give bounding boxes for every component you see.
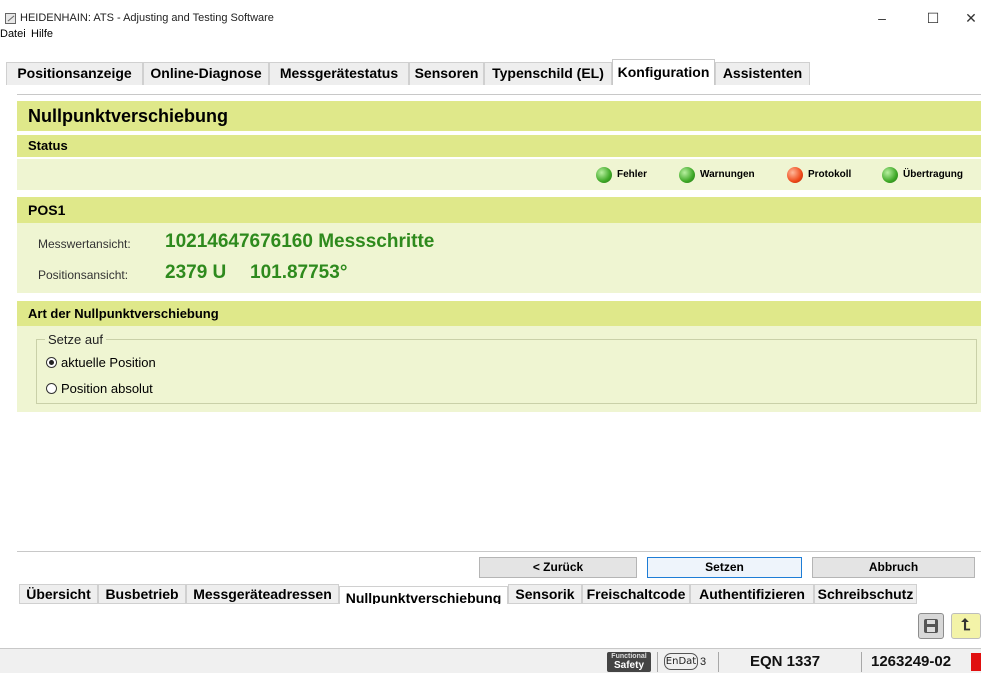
tab-assistenten[interactable]: Assistenten xyxy=(715,62,810,85)
floppy-disk-icon xyxy=(924,619,938,633)
status-bar: Functional Safety EnDat 3 EQN 1337 12632… xyxy=(0,648,981,673)
measure-value: 10214647676160 Messschritte xyxy=(165,231,435,252)
window-title: HEIDENHAIN: ATS - Adjusting and Testing … xyxy=(20,12,274,24)
menu-datei[interactable]: Datei xyxy=(0,28,26,40)
device-id: 1263249-02 xyxy=(871,653,952,670)
groupbox-title: Setze auf xyxy=(45,332,106,347)
tab-authentifizieren[interactable]: Authentifizieren xyxy=(690,584,814,604)
tab-messgeraetestatus[interactable]: Messgerätestatus xyxy=(269,62,409,85)
tab-messgeraeteadressen[interactable]: Messgeräteadressen xyxy=(186,584,339,604)
position-turns: 2379 U xyxy=(165,262,227,283)
led-green-icon xyxy=(596,167,612,183)
position-label: Positionsansicht: xyxy=(38,268,129,282)
cancel-button[interactable]: Abbruch xyxy=(812,557,975,578)
tab-positionsanzeige[interactable]: Positionsanzeige xyxy=(6,62,143,85)
functional-safety-badge: Functional Safety xyxy=(607,652,651,672)
panel-divider xyxy=(17,551,981,552)
endat-badge: EnDat xyxy=(664,653,698,670)
status-separator xyxy=(718,652,719,672)
status-separator xyxy=(861,652,862,672)
led-green-icon xyxy=(882,167,898,183)
close-button[interactable]: ✕ xyxy=(951,8,981,28)
exit-button[interactable]: ⮤ xyxy=(951,613,981,639)
tab-uebersicht[interactable]: Übersicht xyxy=(19,584,98,604)
toolbar-area xyxy=(0,604,981,644)
tab-online-diagnose[interactable]: Online-Diagnose xyxy=(143,62,269,85)
tab-konfiguration[interactable]: Konfiguration xyxy=(612,59,715,85)
set-to-groupbox: Setze auf aktuelle Position Position abs… xyxy=(36,332,977,404)
status-separator xyxy=(657,652,658,672)
minimize-button[interactable]: – xyxy=(862,8,902,28)
status-section-header: Status xyxy=(17,135,981,157)
menu-hilfe[interactable]: Hilfe xyxy=(31,28,53,40)
radio-unselected-icon[interactable] xyxy=(46,383,57,394)
page-title: Nullpunktverschiebung xyxy=(17,101,981,131)
pos1-values: Messwertansicht: 10214647676160 Messschr… xyxy=(17,223,981,293)
maximize-button[interactable]: ☐ xyxy=(913,8,953,28)
led-red-icon xyxy=(787,167,803,183)
pos1-section-header: POS1 xyxy=(17,197,981,223)
exit-arrow-icon: ⮤ xyxy=(961,617,971,634)
tab-freischaltcode[interactable]: Freischaltcode xyxy=(582,584,690,604)
offset-type-section-header: Art der Nullpunktverschiebung xyxy=(17,301,981,326)
set-button[interactable]: Setzen xyxy=(647,557,802,578)
status-indicator-row: Fehler Warnungen Protokoll Übertragung xyxy=(17,159,981,190)
tab-sensoren[interactable]: Sensoren xyxy=(409,62,484,85)
back-button[interactable]: < Zurück xyxy=(479,557,637,578)
tab-sensorik[interactable]: Sensorik xyxy=(508,584,582,604)
main-tab-bar: Positionsanzeige Online-Diagnose Messger… xyxy=(6,59,976,85)
app-icon xyxy=(5,13,16,24)
title-bar: HEIDENHAIN: ATS - Adjusting and Testing … xyxy=(0,0,981,28)
device-name: EQN 1337 xyxy=(750,653,821,670)
config-tab-bar: Übersicht Busbetrieb Messgeräteadressen … xyxy=(19,584,949,609)
tab-schreibschutz[interactable]: Schreibschutz xyxy=(814,584,917,604)
tab-typenschild[interactable]: Typenschild (EL) xyxy=(484,62,612,85)
tab-busbetrieb[interactable]: Busbetrieb xyxy=(98,584,186,604)
measure-label: Messwertansicht: xyxy=(38,237,131,251)
endat-version: 3 xyxy=(700,656,707,668)
save-button[interactable] xyxy=(918,613,944,639)
position-angle: 101.87753° xyxy=(250,262,348,283)
connection-status-icon xyxy=(971,653,981,671)
led-green-icon xyxy=(679,167,695,183)
content-panel: Nullpunktverschiebung Status Fehler Warn… xyxy=(17,94,981,552)
radio-selected-icon[interactable] xyxy=(46,357,57,368)
